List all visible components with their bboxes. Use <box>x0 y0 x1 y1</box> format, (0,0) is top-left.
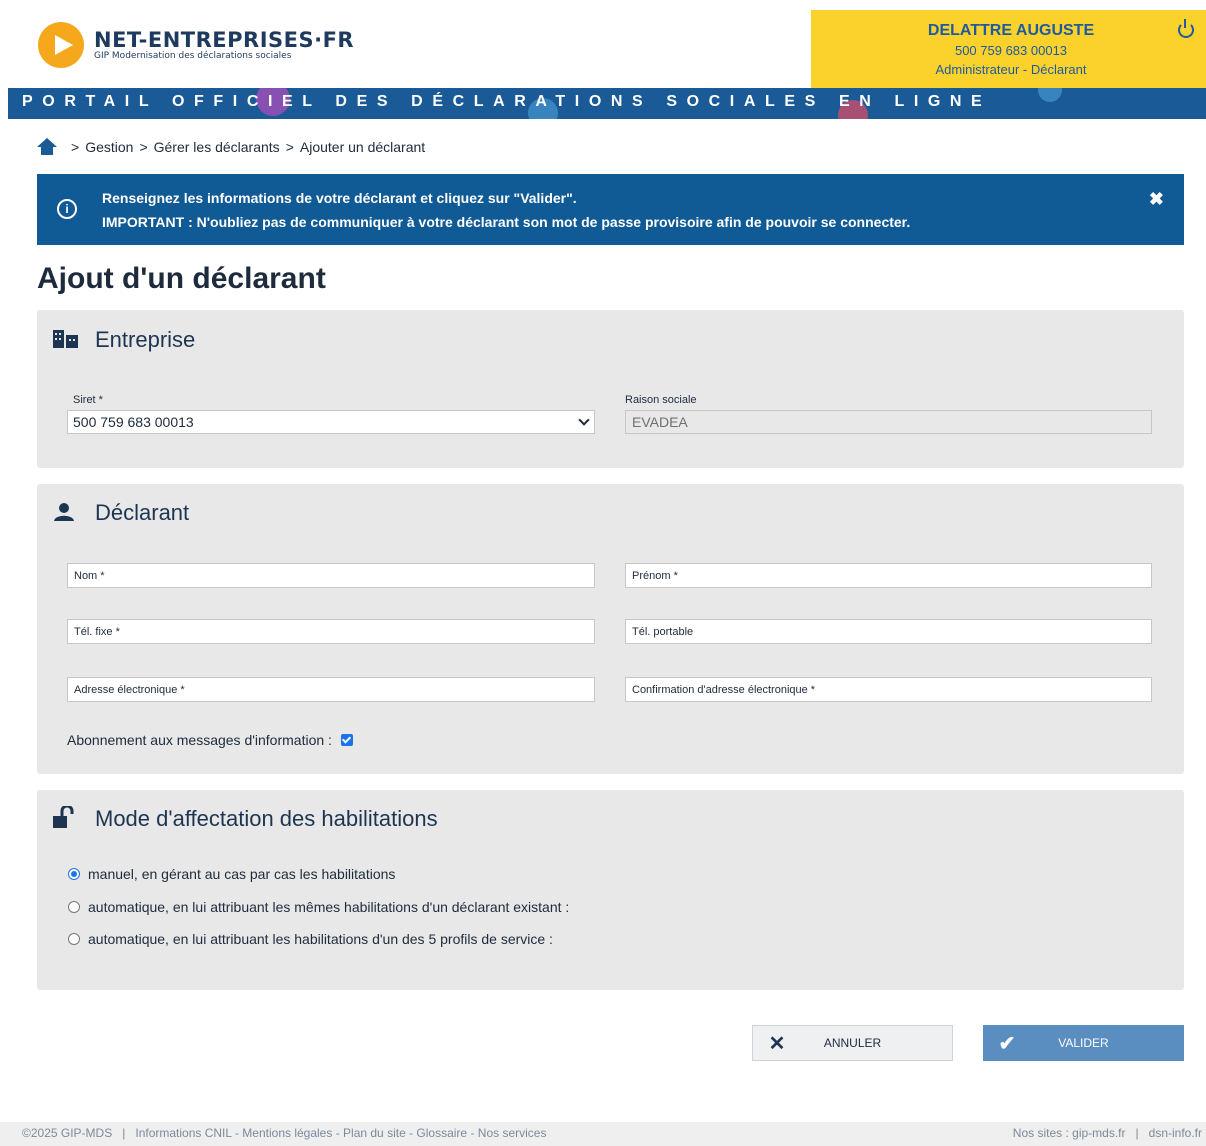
raison-label: Raison sociale <box>625 394 697 406</box>
footer-link-glossaire[interactable]: Glossaire <box>416 1126 467 1140</box>
portal-banner: PORTAIL OFFICIEL DES DÉCLARATIONS SOCIAL… <box>8 88 1206 119</box>
radio-label: automatique, en lui attribuant les habil… <box>88 931 553 947</box>
footer-link-dsn-info[interactable]: dsn-info.fr <box>1149 1126 1202 1140</box>
breadcrumb-item-gestion[interactable]: Gestion <box>85 139 133 155</box>
cancel-button[interactable]: ✕ ANNULER <box>752 1025 953 1061</box>
breadcrumb: > Gestion > Gérer les déclarants > Ajout… <box>37 138 425 155</box>
close-icon: ✕ <box>768 1032 786 1055</box>
siret-select[interactable]: 500 759 683 00013 <box>67 410 595 434</box>
radio-option-auto-declarant[interactable]: automatique, en lui attribuant les mêmes… <box>68 899 569 915</box>
alert-important: IMPORTANT : N'oubliez pas de communiquer… <box>102 214 911 230</box>
info-icon: i <box>57 199 77 219</box>
footer-link-cnil[interactable]: Informations CNIL <box>135 1126 231 1140</box>
subscribe-checkbox[interactable] <box>340 734 353 746</box>
user-role: Administrateur - Déclarant <box>935 62 1087 77</box>
site-footer: ©2025 GIP-MDS | Informations CNIL - Ment… <box>0 1122 1206 1146</box>
radio-button[interactable] <box>68 933 80 945</box>
page-title: Ajout d'un déclarant <box>37 262 326 295</box>
subscribe-row: Abonnement aux messages d'information : <box>67 732 353 748</box>
radio-option-manuel[interactable]: manuel, en gérant au cas par cas les hab… <box>68 866 395 882</box>
footer-link-gip-mds[interactable]: gip-mds.fr <box>1072 1126 1125 1140</box>
footer-right: Nos sites : gip-mds.fr | dsn-info.fr <box>1012 1126 1202 1140</box>
breadcrumb-separator: > <box>139 138 148 155</box>
panel-title-entreprise: Entreprise <box>95 327 196 352</box>
breadcrumb-item-ajouter: Ajouter un déclarant <box>299 138 426 155</box>
email-input[interactable] <box>67 677 595 702</box>
declarant-panel: Déclarant Abonnement aux messages d'info… <box>37 484 1184 774</box>
nom-input[interactable] <box>67 563 595 588</box>
building-icon <box>53 330 78 348</box>
site-logo[interactable]: NET-ENTREPRISES·FR GIP Modernisation des… <box>38 22 354 68</box>
play-logo-icon <box>38 22 84 68</box>
user-panel: DELATTRE AUGUSTE 500 759 683 00013 Admin… <box>811 10 1206 88</box>
prenom-input[interactable] <box>625 563 1152 588</box>
subscribe-label: Abonnement aux messages d'information : <box>67 732 332 748</box>
breadcrumb-separator: > <box>71 138 80 155</box>
panel-title-habilitations: Mode d'affectation des habilitations <box>95 806 438 831</box>
siret-value: 500 759 683 00013 <box>73 414 194 430</box>
entreprise-panel: Entreprise Siret * 500 759 683 00013 Rai… <box>37 310 1184 468</box>
raison-sociale-field: EVADEA <box>625 410 1152 434</box>
site-header: NET-ENTREPRISES·FR GIP Modernisation des… <box>8 10 1206 88</box>
unlock-icon <box>53 806 74 828</box>
info-alert: i Renseignez les informations de votre d… <box>37 174 1184 245</box>
footer-left: ©2025 GIP-MDS | Informations CNIL - Ment… <box>22 1126 547 1140</box>
copyright: ©2025 GIP-MDS <box>22 1126 113 1140</box>
close-icon[interactable]: ✖ <box>1149 189 1164 210</box>
cancel-label: ANNULER <box>823 1036 882 1050</box>
radio-button[interactable] <box>68 868 80 880</box>
sites-label: Nos sites : <box>1012 1126 1069 1140</box>
check-icon: ✔ <box>998 1032 1016 1055</box>
radio-label: automatique, en lui attribuant les mêmes… <box>88 899 570 915</box>
home-icon[interactable] <box>37 138 57 155</box>
validate-label: VALIDER <box>1058 1036 1109 1050</box>
logo-subtitle: GIP Modernisation des déclarations socia… <box>94 51 292 61</box>
radio-label: manuel, en gérant au cas par cas les hab… <box>88 866 396 882</box>
power-icon[interactable] <box>1178 19 1194 38</box>
logo-title: NET-ENTREPRISES·FR <box>94 28 355 52</box>
user-name: DELATTRE AUGUSTE <box>927 22 1095 39</box>
decorative-dot <box>1038 88 1062 102</box>
tel-portable-input[interactable] <box>625 619 1152 644</box>
user-icon <box>54 503 74 521</box>
siret-label: Siret * <box>73 394 103 406</box>
habilitations-panel: Mode d'affectation des habilitations man… <box>37 790 1184 990</box>
radio-button[interactable] <box>68 901 80 913</box>
footer-link-services[interactable]: Nos services <box>478 1126 547 1140</box>
radio-option-auto-profil[interactable]: automatique, en lui attribuant les habil… <box>68 931 553 947</box>
panel-title-declarant: Déclarant <box>95 500 190 525</box>
banner-text: PORTAIL OFFICIEL DES DÉCLARATIONS SOCIAL… <box>22 93 992 110</box>
chevron-down-icon <box>578 414 590 426</box>
breadcrumb-item-gerer[interactable]: Gérer les déclarants <box>154 139 280 155</box>
tel-fixe-input[interactable] <box>67 619 595 644</box>
user-siret: 500 759 683 00013 <box>954 43 1068 58</box>
alert-message: Renseignez les informations de votre déc… <box>102 190 577 206</box>
validate-button[interactable]: ✔ VALIDER <box>983 1025 1184 1061</box>
footer-link-plan[interactable]: Plan du site <box>343 1126 406 1140</box>
breadcrumb-separator: > <box>285 138 294 155</box>
email-confirm-input[interactable] <box>625 677 1152 702</box>
footer-link-mentions[interactable]: Mentions légales <box>242 1126 332 1140</box>
